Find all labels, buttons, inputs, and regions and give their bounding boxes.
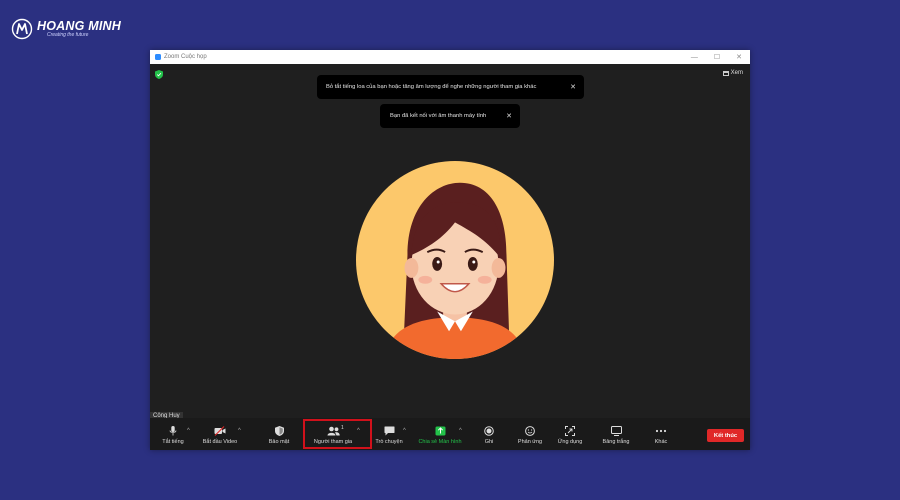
end-meeting-button[interactable]: Kết thúc — [707, 429, 744, 442]
notification-text: Bỏ tắt tiếng loa của bạn hoặc tăng âm lư… — [326, 84, 537, 90]
reactions-button[interactable]: Phản ứng — [512, 418, 548, 450]
notification-close-icon[interactable]: ✕ — [506, 112, 512, 120]
maximize-button[interactable]: ☐ — [714, 53, 720, 61]
brand-tagline: Creating the future — [47, 32, 89, 39]
view-grid-icon — [722, 70, 729, 76]
video-options-caret[interactable]: ^ — [238, 428, 241, 434]
encryption-shield-icon[interactable] — [155, 70, 163, 79]
zoom-app-icon — [155, 54, 161, 60]
chat-label: Trò chuyện — [375, 439, 403, 445]
mute-options-caret[interactable]: ^ — [187, 428, 190, 434]
participant-avatar — [356, 161, 554, 359]
whiteboard-button[interactable]: Bảng trắng — [596, 418, 636, 450]
minimize-button[interactable]: — — [691, 54, 698, 61]
mute-label: Tắt tiếng — [162, 439, 184, 445]
notification-text: Bạn đã kết nối với âm thanh máy tính — [390, 113, 487, 119]
apps-button[interactable]: Ứng dụng — [552, 418, 588, 450]
participants-highlight-box — [303, 419, 372, 449]
share-screen-label: Chia sẻ Màn hình — [418, 439, 462, 445]
view-label: Xem — [730, 70, 743, 76]
chat-button[interactable]: Trò chuyện — [374, 418, 404, 450]
share-screen-button[interactable]: Chia sẻ Màn hình — [416, 418, 464, 450]
record-icon — [484, 426, 494, 436]
mute-button[interactable]: Tắt tiếng — [158, 418, 188, 450]
microphone-icon — [169, 426, 177, 436]
notification-audio-connected: Bạn đã kết nối với âm thanh máy tính ✕ — [380, 104, 520, 128]
video-off-icon — [214, 426, 226, 436]
start-video-label: Bắt đầu Video — [202, 439, 238, 445]
record-button[interactable]: Ghi — [474, 418, 504, 450]
security-label: Bảo mật — [268, 439, 290, 445]
share-options-caret[interactable]: ^ — [459, 428, 462, 434]
reactions-label: Phản ứng — [517, 439, 543, 445]
notification-unmute-speaker: Bỏ tắt tiếng loa của bạn hoặc tăng âm lư… — [317, 75, 584, 99]
zoom-meeting-window: Zoom Cuộc họp — ☐ ✕ Xem Bỏ tắt tiếng loa… — [150, 50, 750, 450]
security-shield-icon — [274, 426, 284, 436]
more-button[interactable]: Khác — [648, 418, 674, 450]
window-titlebar: Zoom Cuộc họp — ☐ ✕ — [150, 50, 750, 64]
apps-label: Ứng dụng — [557, 439, 583, 445]
close-window-button[interactable]: ✕ — [736, 53, 742, 61]
more-label: Khác — [654, 439, 668, 445]
apps-icon — [565, 426, 575, 436]
chat-options-caret[interactable]: ^ — [403, 428, 406, 434]
meeting-toolbar: Tắt tiếng ^ Bắt đầu Video ^ Bảo mật Ngườ… — [150, 418, 750, 450]
brand-name: HOANG MINH — [37, 18, 121, 33]
brand-logo: HOANG MINH Creating the future — [11, 18, 121, 40]
whiteboard-label: Bảng trắng — [602, 439, 630, 445]
security-button[interactable]: Bảo mật — [264, 418, 294, 450]
smiley-reaction-icon — [525, 426, 535, 436]
notification-close-icon[interactable]: ✕ — [570, 83, 576, 91]
window-title: Zoom Cuộc họp — [164, 54, 207, 60]
share-screen-icon — [435, 426, 445, 436]
start-video-button[interactable]: Bắt đầu Video — [198, 418, 242, 450]
chat-bubble-icon — [384, 426, 394, 436]
record-label: Ghi — [484, 439, 494, 445]
view-button[interactable]: Xem — [722, 70, 743, 76]
brand-logo-icon — [11, 18, 33, 40]
more-dots-icon — [655, 429, 667, 433]
whiteboard-icon — [610, 426, 622, 436]
